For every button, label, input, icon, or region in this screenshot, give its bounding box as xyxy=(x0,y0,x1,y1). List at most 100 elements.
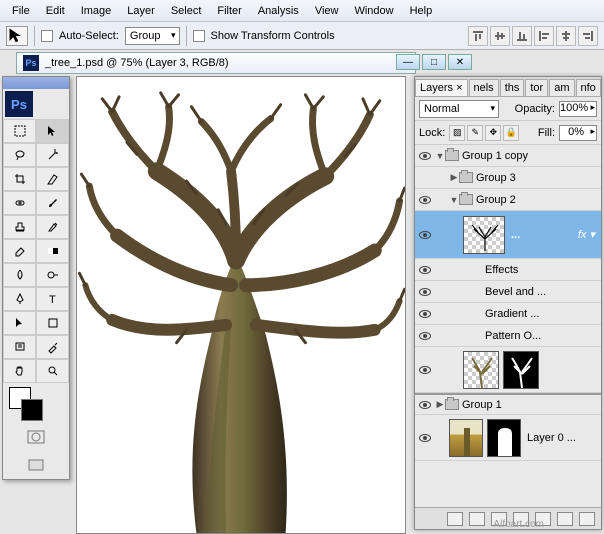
menu-layer[interactable]: Layer xyxy=(119,2,163,20)
layer-style-icon[interactable] xyxy=(469,512,485,526)
tab-layers[interactable]: Layers × xyxy=(415,79,468,96)
shape-tool[interactable] xyxy=(36,311,69,335)
layers-panel[interactable]: Layers × nels ths tor am nfo Normal Opac… xyxy=(414,76,602,530)
menu-select[interactable]: Select xyxy=(163,2,210,20)
toolbox-titlebar[interactable] xyxy=(3,77,69,89)
disclosure-icon[interactable]: ▶ xyxy=(449,172,459,183)
layer-treeimg[interactable] xyxy=(415,347,601,393)
wand-tool[interactable] xyxy=(36,143,69,167)
align-bottom-icon[interactable] xyxy=(512,26,532,46)
tab-history[interactable]: tor xyxy=(525,79,548,96)
canvas-area[interactable] xyxy=(76,76,406,534)
eraser-tool[interactable] xyxy=(3,239,36,263)
layer-group2[interactable]: ▼ Group 2 xyxy=(415,189,601,211)
layer-group1[interactable]: ▶ Group 1 xyxy=(415,393,601,415)
menu-filter[interactable]: Filter xyxy=(209,2,249,20)
delete-layer-icon[interactable] xyxy=(579,512,595,526)
layer-layer3[interactable]: ... fx ▾ xyxy=(415,211,601,259)
menu-help[interactable]: Help xyxy=(402,2,441,20)
pen-tool[interactable] xyxy=(3,287,36,311)
lock-position-icon[interactable]: ✥ xyxy=(485,125,501,141)
maximize-button[interactable]: □ xyxy=(422,54,446,70)
lasso-tool[interactable] xyxy=(3,143,36,167)
opacity-input[interactable]: 100% xyxy=(559,101,597,117)
lock-all-icon[interactable]: 🔒 xyxy=(503,125,519,141)
visibility-toggle[interactable] xyxy=(415,310,435,318)
stamp-tool[interactable] xyxy=(3,215,36,239)
screenmode-toggle[interactable] xyxy=(3,451,69,479)
history-brush-tool[interactable] xyxy=(36,215,69,239)
layer-group1copy[interactable]: ▼ Group 1 copy xyxy=(415,145,601,167)
tab-param[interactable]: am xyxy=(549,79,574,96)
layers-list[interactable]: ▼ Group 1 copy ▶ Group 3 ▼ Group 2 xyxy=(415,145,601,507)
brush-tool[interactable] xyxy=(36,191,69,215)
blur-tool[interactable] xyxy=(3,263,36,287)
menu-window[interactable]: Window xyxy=(346,2,401,20)
visibility-toggle[interactable] xyxy=(415,231,435,239)
layer-label: Group 1 copy xyxy=(462,150,528,162)
quickmask-toggle[interactable] xyxy=(3,423,69,451)
visibility-toggle[interactable] xyxy=(415,266,435,274)
background-swatch[interactable] xyxy=(21,399,43,421)
align-top-icon[interactable] xyxy=(468,26,488,46)
align-hcenter-icon[interactable] xyxy=(556,26,576,46)
layer-pattern[interactable]: Pattern O... xyxy=(415,325,601,347)
disclosure-icon[interactable]: ▼ xyxy=(449,195,459,205)
lock-transparency-icon[interactable]: ▨ xyxy=(449,125,465,141)
fill-input[interactable]: 0% xyxy=(559,125,597,141)
hand-tool[interactable] xyxy=(3,359,36,383)
new-layer-icon[interactable] xyxy=(557,512,573,526)
move-tool-indicator[interactable] xyxy=(6,26,28,46)
eyedropper-tool[interactable] xyxy=(36,335,69,359)
path-select-tool[interactable] xyxy=(3,311,36,335)
menu-analysis[interactable]: Analysis xyxy=(250,2,307,20)
dodge-tool[interactable] xyxy=(36,263,69,287)
heal-tool[interactable] xyxy=(3,191,36,215)
menu-bar: File Edit Image Layer Select Filter Anal… xyxy=(0,0,604,22)
visibility-toggle[interactable] xyxy=(415,196,435,204)
notes-tool[interactable] xyxy=(3,335,36,359)
layer-group3[interactable]: ▶ Group 3 xyxy=(415,167,601,189)
crop-tool[interactable] xyxy=(3,167,36,191)
visibility-toggle[interactable] xyxy=(415,366,435,374)
visibility-toggle[interactable] xyxy=(415,434,435,442)
color-swatches[interactable] xyxy=(3,383,69,423)
show-transform-checkbox[interactable] xyxy=(193,30,205,42)
tab-info[interactable]: nfo xyxy=(576,79,601,96)
close-button[interactable]: ✕ xyxy=(448,54,472,70)
blend-mode-dropdown[interactable]: Normal xyxy=(419,100,499,118)
layer-layer0[interactable]: Layer 0 ... xyxy=(415,415,601,461)
align-left-icon[interactable] xyxy=(534,26,554,46)
align-right-icon[interactable] xyxy=(578,26,598,46)
menu-file[interactable]: File xyxy=(4,2,38,20)
visibility-toggle[interactable] xyxy=(415,401,435,409)
slice-tool[interactable] xyxy=(36,167,69,191)
auto-select-checkbox[interactable] xyxy=(41,30,53,42)
disclosure-icon[interactable]: ▼ xyxy=(435,151,445,161)
menu-edit[interactable]: Edit xyxy=(38,2,73,20)
tab-channels[interactable]: nels xyxy=(469,79,499,96)
toolbox-panel[interactable]: Ps T xyxy=(2,76,70,480)
disclosure-icon[interactable]: ▶ xyxy=(435,399,445,410)
move-tool[interactable] xyxy=(36,119,69,143)
marquee-tool[interactable] xyxy=(3,119,36,143)
menu-view[interactable]: View xyxy=(307,2,347,20)
lock-pixels-icon[interactable]: ✎ xyxy=(467,125,483,141)
gradient-tool[interactable] xyxy=(36,239,69,263)
layer-bevel[interactable]: Bevel and ... xyxy=(415,281,601,303)
layer-effects[interactable]: Effects xyxy=(415,259,601,281)
auto-select-dropdown[interactable]: Group xyxy=(125,27,180,45)
type-tool[interactable]: T xyxy=(36,287,69,311)
align-vcenter-icon[interactable] xyxy=(490,26,510,46)
menu-image[interactable]: Image xyxy=(73,2,120,20)
zoom-tool[interactable] xyxy=(36,359,69,383)
link-layers-icon[interactable] xyxy=(447,512,463,526)
tab-paths[interactable]: ths xyxy=(500,79,525,96)
visibility-toggle[interactable] xyxy=(415,152,435,160)
visibility-toggle[interactable] xyxy=(415,288,435,296)
minimize-button[interactable]: ― xyxy=(396,54,420,70)
document-titlebar[interactable]: Ps _tree_1.psd @ 75% (Layer 3, RGB/8) xyxy=(16,52,416,74)
visibility-toggle[interactable] xyxy=(415,332,435,340)
layer-gradient[interactable]: Gradient ... xyxy=(415,303,601,325)
fx-badge[interactable]: fx ▾ xyxy=(578,228,595,241)
